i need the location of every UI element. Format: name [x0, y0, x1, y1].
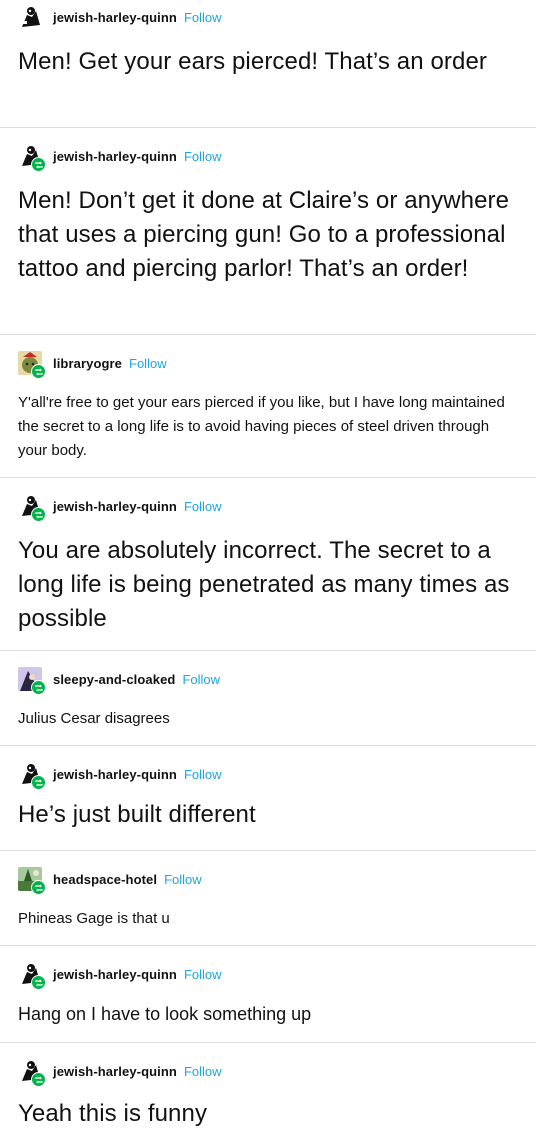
post: jewish-harley-quinn Follow Men! Don’t ge… — [0, 128, 536, 335]
reblog-icon — [31, 364, 46, 379]
username[interactable]: headspace-hotel — [53, 872, 157, 887]
post-header: libraryogre Follow — [18, 351, 520, 379]
reblog-icon — [31, 157, 46, 172]
reblog-icon — [31, 880, 46, 895]
username[interactable]: libraryogre — [53, 356, 122, 371]
follow-button[interactable]: Follow — [184, 499, 222, 514]
reblog-icon — [31, 1072, 46, 1087]
post-header: jewish-harley-quinn Follow — [18, 762, 520, 790]
follow-button[interactable]: Follow — [129, 356, 167, 371]
post-header: headspace-hotel Follow — [18, 867, 520, 895]
post: jewish-harley-quinn Follow He’s just bui… — [0, 746, 536, 851]
post-text: Hang on I have to look something up — [18, 1004, 312, 1024]
post: jewish-harley-quinn Follow Yeah this is … — [0, 1043, 536, 1146]
follow-button[interactable]: Follow — [164, 872, 202, 887]
avatar[interactable] — [18, 351, 46, 379]
avatar[interactable] — [18, 494, 46, 522]
post-header: jewish-harley-quinn Follow — [18, 144, 520, 172]
username[interactable]: sleepy-and-cloaked — [53, 672, 175, 687]
harley-avatar-icon — [18, 5, 42, 29]
follow-button[interactable]: Follow — [182, 672, 220, 687]
follow-button[interactable]: Follow — [184, 149, 222, 164]
avatar[interactable] — [18, 762, 46, 790]
post: jewish-harley-quinn Follow Men! Get your… — [0, 0, 536, 128]
avatar[interactable] — [18, 5, 42, 29]
avatar[interactable] — [18, 667, 46, 695]
follow-button[interactable]: Follow — [184, 10, 222, 25]
username[interactable]: jewish-harley-quinn — [53, 1064, 177, 1079]
post-text: Men! Get your ears pierced! That’s an or… — [18, 48, 487, 75]
avatar[interactable] — [18, 1059, 46, 1087]
reblog-icon — [31, 775, 46, 790]
reblog-icon — [31, 975, 46, 990]
post-text: You are absolutely incorrect. The secret… — [18, 537, 510, 632]
avatar[interactable] — [18, 962, 46, 990]
post-text: Y'all're free to get your ears pierced i… — [18, 394, 505, 459]
post-header: jewish-harley-quinn Follow — [18, 962, 520, 990]
post: jewish-harley-quinn Follow You are absol… — [0, 478, 536, 651]
reblog-icon — [31, 680, 46, 695]
post: jewish-harley-quinn Follow Hang on I hav… — [0, 946, 536, 1043]
avatar[interactable] — [18, 867, 46, 895]
follow-button[interactable]: Follow — [184, 967, 222, 982]
post-header: jewish-harley-quinn Follow — [18, 5, 520, 29]
post-text: He’s just built different — [18, 801, 256, 828]
username[interactable]: jewish-harley-quinn — [53, 967, 177, 982]
follow-button[interactable]: Follow — [184, 767, 222, 782]
reblog-icon — [31, 507, 46, 522]
username[interactable]: jewish-harley-quinn — [53, 767, 177, 782]
post: headspace-hotel Follow Phineas Gage is t… — [0, 851, 536, 946]
post-text: Phineas Gage is that u — [18, 910, 170, 927]
post-text: Julius Cesar disagrees — [18, 710, 170, 727]
username[interactable]: jewish-harley-quinn — [53, 10, 177, 25]
post-header: jewish-harley-quinn Follow — [18, 1059, 520, 1087]
username[interactable]: jewish-harley-quinn — [53, 149, 177, 164]
post-text: Men! Don’t get it done at Claire’s or an… — [18, 187, 510, 282]
follow-button[interactable]: Follow — [184, 1064, 222, 1079]
post-header: sleepy-and-cloaked Follow — [18, 667, 520, 695]
username[interactable]: jewish-harley-quinn — [53, 499, 177, 514]
post-header: jewish-harley-quinn Follow — [18, 494, 520, 522]
post: sleepy-and-cloaked Follow Julius Cesar d… — [0, 651, 536, 746]
post-text: Yeah this is funny — [18, 1100, 208, 1127]
post: libraryogre Follow Y'all're free to get … — [0, 335, 536, 478]
avatar[interactable] — [18, 144, 46, 172]
